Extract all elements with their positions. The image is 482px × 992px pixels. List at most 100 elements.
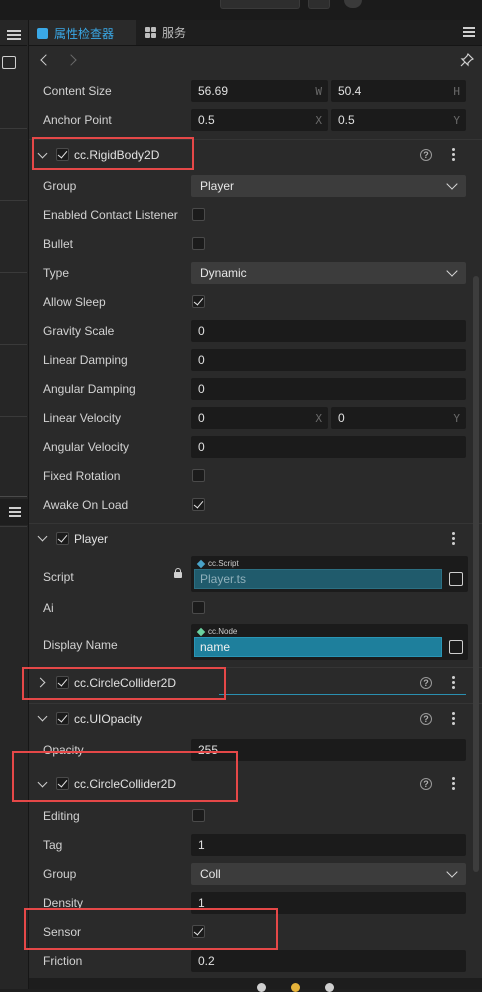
ui-opacity-enabled-checkbox[interactable] [56, 712, 69, 725]
rb-group-value: Player [200, 179, 235, 193]
rb-linear-velocity-x-input[interactable]: 0 X [191, 407, 328, 429]
pin-icon[interactable] [460, 53, 474, 67]
rb-angular-damping-input[interactable]: 0 [191, 378, 466, 400]
rb-gravity-scale-input[interactable]: 0 [191, 320, 466, 342]
rb-awake-on-load-checkbox[interactable] [192, 498, 205, 511]
rb-bullet-label: Bullet [43, 237, 74, 251]
kebab-icon[interactable] [452, 676, 455, 689]
rb-fixed-rotation-checkbox[interactable] [192, 469, 205, 482]
kebab-icon[interactable] [452, 148, 455, 161]
rb-bullet-checkbox[interactable] [192, 237, 205, 250]
rb-gravity-scale-label: Gravity Scale [43, 324, 115, 338]
player-display-name-asset[interactable]: cc.Node name [191, 624, 468, 660]
script-tag-text: cc.Script [208, 559, 239, 568]
rb-contact-listener-label: Enabled Contact Listener [43, 208, 178, 222]
divider [0, 526, 27, 527]
rb-contact-listener-checkbox[interactable] [192, 208, 205, 221]
rb-angular-velocity-input[interactable]: 0 [191, 436, 466, 458]
content-size-w-value: 56.69 [198, 84, 229, 98]
ui-opacity-header[interactable]: cc.UIOpacity ? [29, 704, 482, 734]
rb-linear-velocity-y-input[interactable]: 0 Y [331, 407, 466, 429]
cc-tag-value: 1 [198, 838, 205, 852]
chevron-down-icon[interactable] [37, 531, 48, 542]
x-suffix: X [315, 114, 322, 127]
player-script-label: Script [43, 570, 74, 584]
chevron-down-icon [446, 265, 458, 277]
forward-icon[interactable] [65, 54, 77, 66]
ui-opacity-title: cc.UIOpacity [74, 712, 143, 726]
status-icon [257, 983, 266, 992]
cc-tag-input[interactable]: 1 [191, 834, 466, 856]
player-header[interactable]: Player [29, 524, 482, 554]
grid-icon [145, 27, 156, 38]
tab-bar: 属性检查器 服务 [29, 20, 482, 46]
pick-icon[interactable] [449, 640, 463, 654]
anchor-point-y-input[interactable]: 0.5 Y [331, 109, 466, 131]
cc-group-value: Coll [200, 867, 221, 881]
pick-icon[interactable] [449, 572, 463, 586]
hamburger-icon[interactable] [9, 507, 21, 509]
tab-services[interactable]: 服务 [137, 20, 217, 45]
player-display-name-label: Display Name [43, 638, 118, 652]
display-name-value-field[interactable]: name [194, 637, 442, 657]
help-icon[interactable]: ? [420, 778, 432, 790]
kebab-icon[interactable] [452, 712, 455, 725]
warning-icon [291, 983, 300, 992]
back-icon[interactable] [40, 54, 52, 66]
help-icon[interactable]: ? [420, 713, 432, 725]
cc-friction-input[interactable]: 0.2 [191, 950, 466, 972]
rb-allow-sleep-label: Allow Sleep [43, 295, 106, 309]
cc-editing-label: Editing [43, 809, 80, 823]
anchor-point-y-value: 0.5 [338, 113, 355, 127]
script-value-field[interactable]: Player.ts [194, 569, 442, 589]
hamburger-icon[interactable] [463, 27, 475, 29]
toolbar-button[interactable] [220, 0, 300, 9]
rb-linear-velocity-x-value: 0 [198, 411, 205, 425]
grid-line [0, 416, 27, 417]
chevron-down-icon[interactable] [37, 711, 48, 722]
player-title: Player [74, 532, 109, 546]
kebab-icon[interactable] [452, 777, 455, 790]
inspector-scrollbar[interactable] [473, 276, 479, 872]
anchor-point-x-value: 0.5 [198, 113, 215, 127]
cube-icon [37, 28, 48, 39]
tab-inspector-label: 属性检查器 [54, 27, 115, 41]
cc-group-select[interactable]: Coll [191, 863, 466, 885]
cc-group-label: Group [43, 867, 77, 881]
cc-editing-checkbox[interactable] [192, 809, 205, 822]
rb-linear-damping-input[interactable]: 0 [191, 349, 466, 371]
status-icon [325, 983, 334, 992]
highlight-box [24, 908, 278, 950]
x-suffix: X [315, 412, 322, 425]
rb-allow-sleep-checkbox[interactable] [192, 295, 205, 308]
player-script-asset[interactable]: cc.Script Player.ts [191, 556, 468, 592]
nav-bar [29, 46, 482, 74]
rb-angular-velocity-value: 0 [198, 440, 205, 454]
chevron-down-icon [446, 866, 458, 878]
help-icon[interactable]: ? [420, 677, 432, 689]
rb-type-value: Dynamic [200, 266, 247, 280]
rb-group-select[interactable]: Player [191, 175, 466, 197]
hamburger-icon[interactable] [7, 30, 21, 32]
focus-underline [219, 694, 466, 695]
grid-line [0, 200, 27, 201]
toolbar-button[interactable] [308, 0, 330, 9]
grid-line [0, 344, 27, 345]
anchor-point-x-input[interactable]: 0.5 X [191, 109, 328, 131]
kebab-icon[interactable] [452, 532, 455, 545]
content-size-h-input[interactable]: 50.4 H [331, 80, 466, 102]
content-size-w-input[interactable]: 56.69 W [191, 80, 328, 102]
player-ai-checkbox[interactable] [192, 601, 205, 614]
avatar[interactable] [344, 0, 362, 8]
help-icon[interactable]: ? [420, 149, 432, 161]
lock-icon [174, 568, 182, 578]
scene-tool-icon[interactable] [2, 56, 16, 69]
player-ai-label: Ai [43, 601, 54, 615]
axis-line [0, 496, 27, 497]
player-enabled-checkbox[interactable] [56, 532, 69, 545]
rb-type-select[interactable]: Dynamic [191, 262, 466, 284]
script-value: Player.ts [200, 572, 247, 586]
tab-inspector[interactable]: 属性检查器 [29, 20, 136, 45]
left-panel [0, 20, 29, 989]
lower-panel-header [0, 499, 28, 525]
